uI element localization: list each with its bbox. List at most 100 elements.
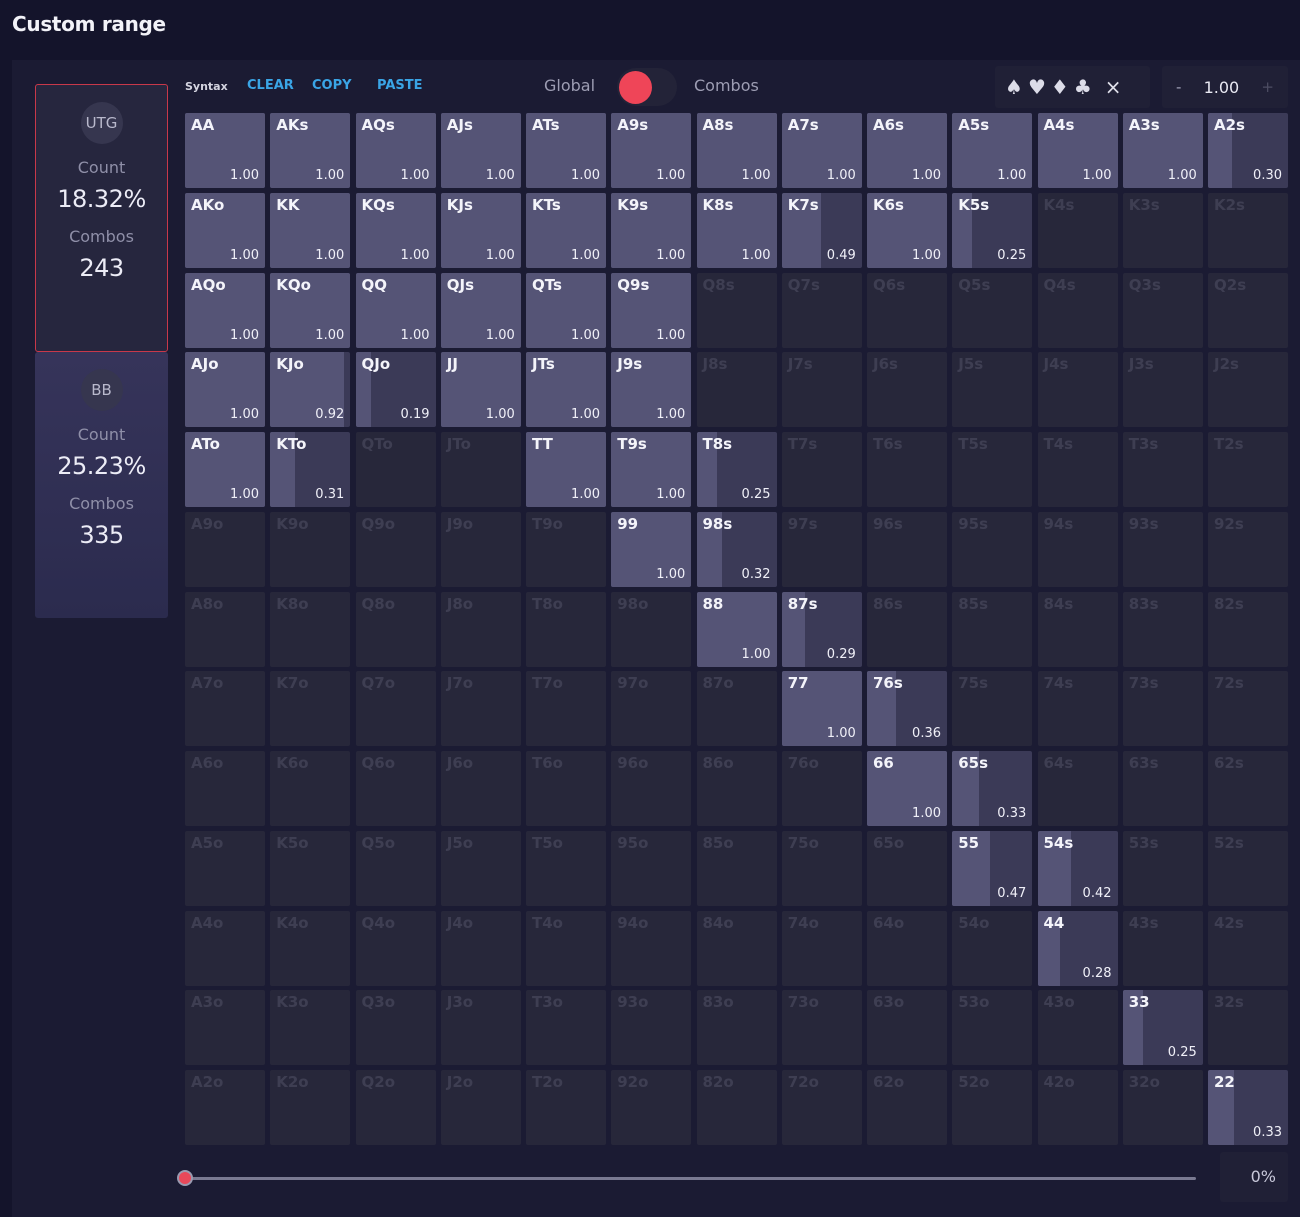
hand-cell-T8s[interactable]: T8s 0.25 (696, 432, 777, 507)
hand-cell-83s[interactable]: 83s (1122, 591, 1203, 667)
syntax-button[interactable]: Syntax (185, 80, 228, 93)
hand-cell-95o[interactable]: 95o (611, 830, 692, 906)
hand-cell-JJ[interactable]: JJ 1.00 (440, 352, 521, 428)
hand-cell-54s[interactable]: 54s 0.42 (1037, 830, 1118, 906)
hand-cell-T4o[interactable]: T4o (526, 910, 606, 986)
hand-cell-J6s[interactable]: J6s (867, 352, 947, 428)
hand-cell-82s[interactable]: 82s (1208, 591, 1288, 667)
hand-cell-Q3s[interactable]: Q3s (1122, 272, 1203, 348)
hand-cell-Q5o[interactable]: Q5o (355, 830, 436, 906)
hand-cell-54o[interactable]: 54o (952, 910, 1033, 986)
hand-cell-J3o[interactable]: J3o (440, 990, 521, 1066)
hand-cell-KTs[interactable]: KTs 1.00 (526, 192, 606, 268)
hand-cell-A6o[interactable]: A6o (185, 751, 265, 826)
hand-cell-73o[interactable]: 73o (781, 990, 862, 1066)
hand-cell-93o[interactable]: 93o (611, 990, 692, 1066)
hand-cell-KTo[interactable]: KTo 0.31 (270, 432, 351, 507)
hand-cell-K6s[interactable]: K6s 1.00 (867, 192, 947, 268)
hand-cell-44[interactable]: 44 0.28 (1037, 910, 1118, 986)
hand-cell-72o[interactable]: 72o (781, 1070, 862, 1145)
hand-cell-98o[interactable]: 98o (611, 591, 692, 667)
hand-cell-Q9s[interactable]: Q9s 1.00 (611, 272, 692, 348)
hand-cell-AA[interactable]: AA 1.00 (185, 113, 265, 188)
hand-cell-95s[interactable]: 95s (952, 511, 1033, 587)
hand-cell-J9o[interactable]: J9o (440, 511, 521, 587)
hand-cell-84s[interactable]: 84s (1037, 591, 1118, 667)
hand-cell-T7s[interactable]: T7s (781, 432, 862, 507)
hand-cell-AJs[interactable]: AJs 1.00 (440, 113, 521, 188)
hand-cell-85o[interactable]: 85o (696, 830, 777, 906)
hand-cell-75s[interactable]: 75s (952, 671, 1033, 747)
hand-cell-K8o[interactable]: K8o (270, 591, 351, 667)
hand-cell-94o[interactable]: 94o (611, 910, 692, 986)
hand-cell-A7s[interactable]: A7s 1.00 (781, 113, 862, 188)
spades-icon[interactable]: ♠ (1005, 75, 1023, 99)
hand-cell-93s[interactable]: 93s (1122, 511, 1203, 587)
hand-cell-K9o[interactable]: K9o (270, 511, 351, 587)
clubs-icon[interactable]: ♣ (1074, 75, 1092, 99)
hand-cell-75o[interactable]: 75o (781, 830, 862, 906)
hand-cell-A5s[interactable]: A5s 1.00 (952, 113, 1033, 188)
paste-button[interactable]: PASTE (377, 78, 423, 93)
hand-cell-J4o[interactable]: J4o (440, 910, 521, 986)
hand-cell-Q8o[interactable]: Q8o (355, 591, 436, 667)
hand-cell-Q7s[interactable]: Q7s (781, 272, 862, 348)
hand-cell-Q4o[interactable]: Q4o (355, 910, 436, 986)
hand-cell-84o[interactable]: 84o (696, 910, 777, 986)
hand-cell-Q2o[interactable]: Q2o (355, 1070, 436, 1145)
hand-cell-A8o[interactable]: A8o (185, 591, 265, 667)
hand-cell-K3o[interactable]: K3o (270, 990, 351, 1066)
hand-cell-53o[interactable]: 53o (952, 990, 1033, 1066)
hand-cell-K6o[interactable]: K6o (270, 751, 351, 826)
hand-cell-J2s[interactable]: J2s (1208, 352, 1288, 428)
hand-cell-Q2s[interactable]: Q2s (1208, 272, 1288, 348)
hand-cell-A9s[interactable]: A9s 1.00 (611, 113, 692, 188)
hand-cell-65s[interactable]: 65s 0.33 (952, 751, 1033, 826)
diamonds-icon[interactable]: ♦ (1051, 75, 1069, 99)
hand-cell-55[interactable]: 55 0.47 (952, 830, 1033, 906)
hand-cell-T6o[interactable]: T6o (526, 751, 606, 826)
hand-cell-T2s[interactable]: T2s (1208, 432, 1288, 507)
hand-cell-T2o[interactable]: T2o (526, 1070, 606, 1145)
hand-cell-A9o[interactable]: A9o (185, 511, 265, 587)
hand-cell-A4s[interactable]: A4s 1.00 (1037, 113, 1118, 188)
hand-cell-86o[interactable]: 86o (696, 751, 777, 826)
hand-cell-62o[interactable]: 62o (867, 1070, 947, 1145)
hand-cell-QQ[interactable]: QQ 1.00 (355, 272, 436, 348)
hand-cell-K4s[interactable]: K4s (1037, 192, 1118, 268)
hand-cell-96s[interactable]: 96s (867, 511, 947, 587)
hand-cell-T9s[interactable]: T9s 1.00 (611, 432, 692, 507)
hand-cell-76o[interactable]: 76o (781, 751, 862, 826)
hand-cell-K5s[interactable]: K5s 0.25 (952, 192, 1033, 268)
hand-cell-KQo[interactable]: KQo 1.00 (270, 272, 351, 348)
hand-cell-52o[interactable]: 52o (952, 1070, 1033, 1145)
hand-cell-J7s[interactable]: J7s (781, 352, 862, 428)
hand-cell-63s[interactable]: 63s (1122, 751, 1203, 826)
hand-cell-T3s[interactable]: T3s (1122, 432, 1203, 507)
hand-cell-Q4s[interactable]: Q4s (1037, 272, 1118, 348)
hand-cell-T3o[interactable]: T3o (526, 990, 606, 1066)
hand-cell-97o[interactable]: 97o (611, 671, 692, 747)
hand-cell-73s[interactable]: 73s (1122, 671, 1203, 747)
hand-cell-42s[interactable]: 42s (1208, 910, 1288, 986)
decrement-button[interactable]: - (1176, 78, 1181, 96)
hand-cell-A3s[interactable]: A3s 1.00 (1122, 113, 1203, 188)
hand-cell-A5o[interactable]: A5o (185, 830, 265, 906)
hand-cell-K8s[interactable]: K8s 1.00 (696, 192, 777, 268)
hand-cell-K2s[interactable]: K2s (1208, 192, 1288, 268)
global-combos-toggle[interactable] (617, 68, 677, 106)
hand-cell-88[interactable]: 88 1.00 (696, 591, 777, 667)
hand-cell-33[interactable]: 33 0.25 (1122, 990, 1203, 1066)
hand-cell-43s[interactable]: 43s (1122, 910, 1203, 986)
hand-cell-T4s[interactable]: T4s (1037, 432, 1118, 507)
hand-cell-92o[interactable]: 92o (611, 1070, 692, 1145)
hand-cell-T5o[interactable]: T5o (526, 830, 606, 906)
hand-cell-92s[interactable]: 92s (1208, 511, 1288, 587)
hand-cell-AQo[interactable]: AQo 1.00 (185, 272, 265, 348)
hand-cell-87s[interactable]: 87s 0.29 (781, 591, 862, 667)
hearts-icon[interactable]: ♥ (1028, 75, 1046, 99)
hand-cell-JTo[interactable]: JTo (440, 432, 521, 507)
hand-cell-J2o[interactable]: J2o (440, 1070, 521, 1145)
hand-cell-64s[interactable]: 64s (1037, 751, 1118, 826)
hand-cell-ATo[interactable]: ATo 1.00 (185, 432, 265, 507)
